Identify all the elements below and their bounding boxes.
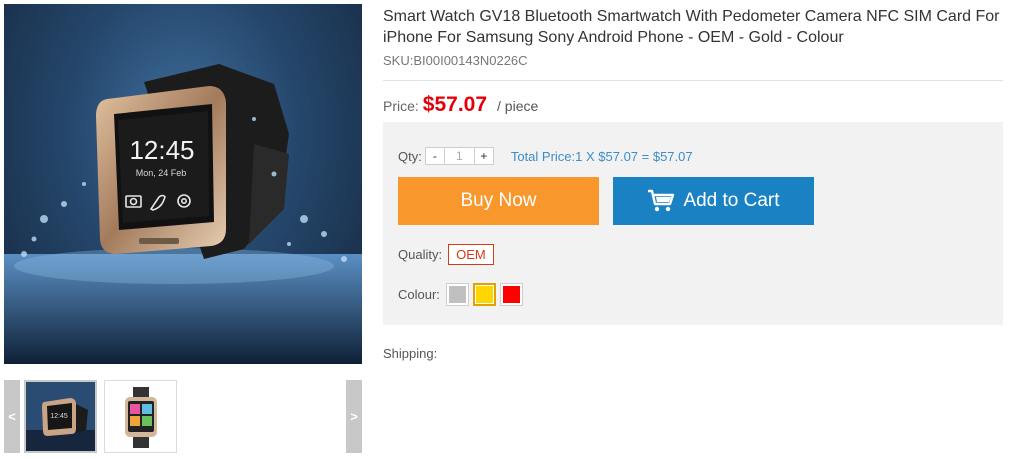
- colour-swatches: [445, 283, 527, 306]
- thumbnail-water-watch-image: 12:45: [26, 382, 95, 451]
- thumbnail-prev-arrow[interactable]: <: [4, 380, 20, 453]
- price-unit: / piece: [497, 98, 539, 114]
- add-to-cart-label: Add to Cart: [683, 190, 780, 211]
- product-sku: SKU:BI00I00143N0226C: [383, 53, 528, 68]
- price-value: $57.07: [422, 93, 488, 116]
- colour-swatch-fill: [475, 286, 493, 303]
- colour-swatch-silver[interactable]: [445, 283, 469, 306]
- total-price: Total Price:1 X $57.07 = $57.07: [510, 148, 693, 164]
- colour-swatch-fill: [502, 286, 520, 303]
- price-label: Price:: [383, 98, 419, 114]
- product-title: Smart Watch GV18 Bluetooth Smartwatch Wi…: [383, 8, 1000, 46]
- shopping-cart-icon: [648, 189, 675, 212]
- price-row: Price: $57.07 / piece: [383, 93, 1003, 119]
- thumbnail-1[interactable]: 12:45: [24, 380, 97, 453]
- colour-swatch-fill: [448, 286, 466, 303]
- main-product-image[interactable]: 12:45 Mon, 24 Feb: [4, 4, 362, 364]
- colour-label: Colour:: [398, 287, 440, 302]
- quality-label: Quality:: [398, 247, 443, 262]
- quantity-row: Qty: - 1 + Total Price:1 X $57.07 = $57.…: [398, 147, 693, 165]
- svg-text:12:45: 12:45: [50, 413, 68, 420]
- shipping-label: Shipping:: [383, 346, 438, 361]
- quality-option-oem[interactable]: OEM: [448, 244, 494, 265]
- quantity-label: Qty:: [398, 148, 422, 164]
- quantity-input[interactable]: 1: [444, 147, 474, 165]
- quality-row: Quality: OEM: [398, 244, 494, 265]
- divider: [383, 80, 1003, 81]
- colour-swatch-red[interactable]: [499, 283, 523, 306]
- add-to-cart-button[interactable]: Add to Cart: [613, 177, 814, 225]
- quantity-decrease-button[interactable]: -: [424, 147, 445, 165]
- colour-swatch-gold[interactable]: [472, 283, 496, 306]
- colour-row: Colour:: [398, 283, 527, 306]
- smartwatch-photo: 12:45 Mon, 24 Feb: [4, 64, 362, 364]
- quantity-increase-button[interactable]: +: [473, 147, 494, 165]
- thumbnail-2[interactable]: [104, 380, 177, 453]
- watch-time: 12:45: [129, 135, 194, 165]
- watch-date: Mon, 24 Feb: [136, 168, 187, 178]
- buy-now-label: Buy Now: [460, 190, 537, 211]
- product-details: Smart Watch GV18 Bluetooth Smartwatch Wi…: [383, 6, 1003, 119]
- thumbnail-strip: < 12:45 >: [4, 380, 362, 453]
- thumbnail-front-watch-image: [105, 381, 176, 452]
- buy-now-button[interactable]: Buy Now: [398, 177, 599, 225]
- thumbnail-next-arrow[interactable]: >: [346, 380, 362, 453]
- purchase-panel: Qty: - 1 + Total Price:1 X $57.07 = $57.…: [383, 122, 1003, 325]
